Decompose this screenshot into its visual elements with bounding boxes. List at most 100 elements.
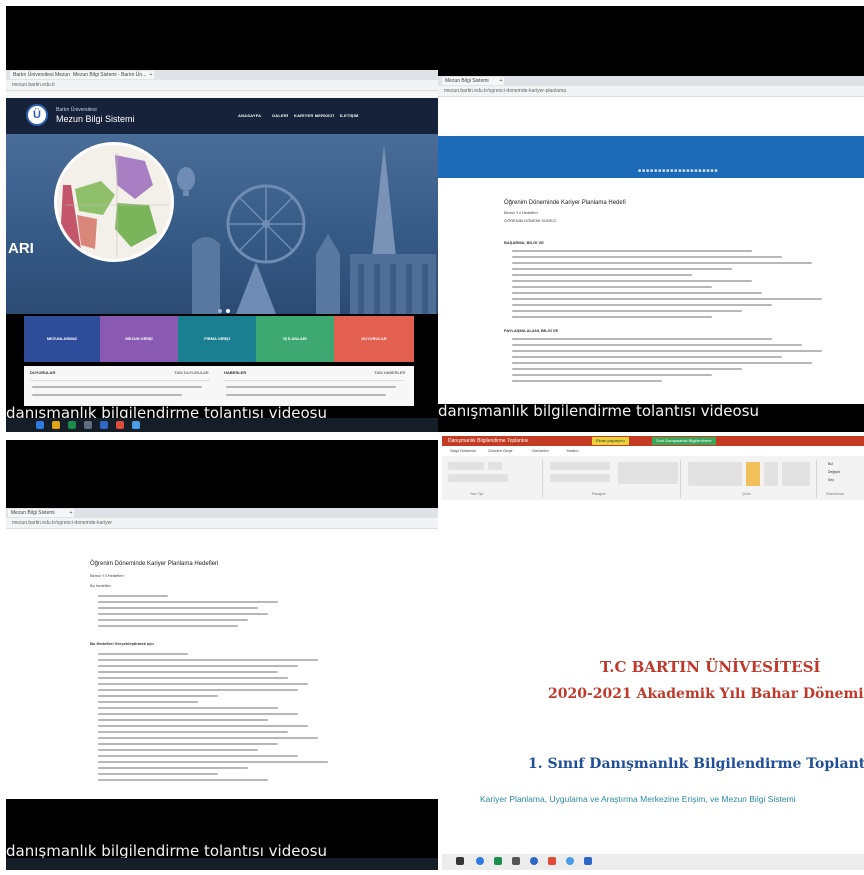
bullet (98, 743, 278, 745)
taskbar (6, 418, 438, 432)
bookmarks-bar (6, 91, 438, 98)
browser-tabstrip: Mezun Bilgi Sistemi + (438, 76, 864, 86)
taskbar-icon[interactable] (494, 857, 502, 865)
replace-button[interactable]: Değiştir (828, 470, 840, 474)
bullet (98, 659, 318, 661)
bullet (512, 338, 772, 340)
browser-tab-active[interactable]: Mezun Bilgi Sistemi - Bartın Ün... (70, 71, 150, 79)
taskbar-icon[interactable] (100, 421, 108, 429)
menu-slideshow[interactable]: Slayt Gösterisi (450, 448, 476, 453)
meeting-tab[interactable]: Sınıf Danışmanlık Bilgilendirme (652, 437, 716, 445)
find-button[interactable]: Bul (828, 462, 833, 466)
taskbar-icon[interactable] (584, 857, 592, 865)
bullet (98, 619, 248, 621)
taskbar-icon[interactable] (512, 857, 520, 865)
taskbar-icon[interactable] (548, 857, 556, 865)
bullet (98, 749, 258, 751)
font-format-buttons[interactable] (448, 474, 508, 482)
taskbar-icon[interactable] (84, 421, 92, 429)
quick-styles-icon[interactable] (764, 462, 778, 486)
logo-line-2: Mezun Bilgi Sistemi (56, 114, 135, 124)
bullet (512, 250, 752, 252)
slide-canvas[interactable]: T.C BARTIN ÜNİVESİTESİ 2020-2021 Akademi… (442, 500, 864, 856)
menu-help[interactable]: Yardım (566, 448, 579, 453)
tile-graduates[interactable]: MEZUNLARIMIZ (24, 316, 100, 362)
browser-tabstrip: Mezun Bilgi Sistemi + (6, 508, 438, 518)
meeting-share-tab[interactable]: Ekran paylaşımı (592, 437, 629, 445)
menu-review[interactable]: Gözden Geçir (488, 448, 513, 453)
list-buttons[interactable] (550, 462, 610, 470)
address-bar[interactable]: mezun.bartin.edu.tr (6, 80, 438, 91)
separator (542, 460, 543, 498)
browser-tab-active[interactable]: Mezun Bilgi Sistemi (8, 509, 70, 517)
bullet (512, 356, 782, 358)
new-tab-icon[interactable]: + (68, 509, 74, 517)
site-header: Ü Bartın Üniversitesi Mezun Bilgi Sistem… (6, 98, 438, 134)
address-bar[interactable]: mezun.bartin.edu.tr/ogrenci-donemde-kari… (438, 86, 864, 97)
news-item[interactable] (32, 394, 182, 396)
news-item[interactable] (32, 386, 202, 388)
bullet (512, 298, 822, 300)
all-announcements-link[interactable]: TÜM DUYURULAR (174, 370, 209, 375)
divider (224, 380, 404, 381)
font-name-box[interactable] (448, 462, 484, 470)
taskbar-icon[interactable] (566, 857, 574, 865)
align-buttons[interactable] (550, 474, 610, 482)
tile-company-login[interactable]: FİRMA GİRİŞİ (178, 316, 256, 362)
taskbar-icon[interactable] (36, 421, 44, 429)
ribbon-toolbar: Yazı Tipi Paragraf Çizim Bul Değiştir Se… (442, 456, 864, 501)
university-logo-icon[interactable]: Ü (26, 104, 48, 126)
taskbar-icon[interactable] (68, 421, 76, 429)
taskbar-icon[interactable] (530, 857, 538, 865)
font-size-box[interactable] (488, 462, 502, 470)
doc-subtitle: Birinci Yıl Hedefleri (504, 210, 538, 215)
new-tab-icon[interactable]: + (148, 71, 154, 79)
bullet (512, 274, 692, 276)
bullet (98, 677, 288, 679)
shape-fill-buttons[interactable] (782, 462, 810, 486)
group-label-font: Yazı Tipi (470, 492, 484, 496)
taskbar-icon[interactable] (132, 421, 140, 429)
menu-view[interactable]: Görünüm (532, 448, 549, 453)
browser-tabstrip: Bartın Üniversitesi Mezun Bilgi Sis... M… (6, 70, 438, 80)
nav-home[interactable]: ANASAYFA (238, 113, 261, 118)
new-tab-icon[interactable]: + (498, 77, 504, 85)
browser-tab-active[interactable]: Mezun Bilgi Sistemi (442, 77, 500, 85)
tile-announcements[interactable]: DUYURULAR (334, 316, 414, 362)
video-frame-website: Bartın Üniversitesi Mezun Bilgi Sis... M… (6, 6, 438, 432)
news-item[interactable] (226, 386, 396, 388)
all-news-link[interactable]: TÜM HABERLER (374, 370, 405, 375)
tile-job-listings[interactable]: İŞ İLANLARI (256, 316, 334, 362)
slider-dot[interactable] (218, 309, 222, 313)
bullet (512, 304, 772, 306)
bullet (512, 256, 782, 258)
bullet (98, 719, 268, 721)
nav-contact[interactable]: İLETİŞİM (340, 113, 359, 118)
powerpoint-titlebar: Danışmanlık Bilgilendirme Toplantısı Ekr… (442, 436, 864, 446)
nav-career-center[interactable]: KARİYER MERKEZİ (294, 113, 334, 118)
bullet (512, 286, 712, 288)
bullet (98, 767, 248, 769)
bullet (98, 625, 238, 627)
taskbar-icon[interactable] (116, 421, 124, 429)
news-item[interactable] (226, 394, 386, 396)
bullet (512, 380, 662, 382)
group-label-drawing: Çizim (742, 492, 751, 496)
slide-meeting-title: 1. Sınıf Danışmanlık Bilgilendirme Topla… (528, 756, 864, 772)
section-heading: Bu Hedefleri Gerçekleştirmek için (90, 641, 154, 646)
tile-graduate-login[interactable]: MEZUN GİRİŞİ (100, 316, 178, 362)
browser-tab[interactable]: Bartın Üniversitesi Mezun Bilgi Sis... (10, 71, 72, 79)
shapes-gallery[interactable] (688, 462, 742, 486)
slider-dot-active[interactable] (226, 309, 230, 313)
taskbar-icon[interactable] (52, 421, 60, 429)
arrange-icon[interactable] (746, 462, 760, 486)
address-bar[interactable]: mezun.bartin.edu.tr/ogrenci-donemde-kari… (6, 518, 438, 529)
select-button[interactable]: Seç (828, 478, 834, 482)
taskbar-icon[interactable] (476, 857, 484, 865)
taskbar (442, 854, 864, 870)
bullet (512, 374, 712, 376)
bullet (512, 350, 822, 352)
nav-gallery[interactable]: GALERİ (272, 113, 288, 118)
start-icon[interactable] (456, 857, 464, 865)
text-direction-buttons[interactable] (618, 462, 678, 484)
